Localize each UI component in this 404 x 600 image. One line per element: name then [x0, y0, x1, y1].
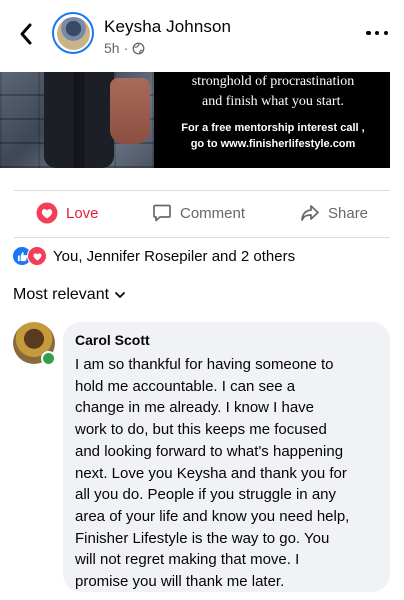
- share-icon: [301, 205, 319, 221]
- image-text-line: and finish what you start.: [202, 94, 344, 109]
- love-reaction-icon: [27, 246, 47, 266]
- online-status-indicator: [41, 351, 56, 366]
- person-figure: [44, 72, 114, 168]
- post-actions-bar: Love Comment Share: [0, 196, 404, 230]
- image-text-line: For a free mentorship interest call ,: [181, 122, 365, 134]
- image-caption-block: stronghold of procrastination and finish…: [160, 72, 386, 168]
- post-timestamp: 5h ·: [104, 40, 145, 56]
- heart-icon: [36, 202, 58, 224]
- love-label: Love: [66, 204, 99, 222]
- comment-bubble[interactable]: Carol Scott I am so thankful for having …: [63, 322, 390, 592]
- globe-icon: [132, 42, 145, 54]
- image-text-line: stronghold of procrastination: [191, 74, 355, 89]
- love-button[interactable]: Love: [36, 196, 99, 230]
- more-dot: [374, 30, 380, 36]
- author-avatar-image: [56, 16, 90, 50]
- comment-label: Comment: [180, 204, 246, 222]
- comment-button[interactable]: Comment: [152, 196, 245, 230]
- sort-label: Most relevant: [13, 286, 110, 303]
- comments-sort-dropdown[interactable]: Most relevant: [13, 286, 125, 304]
- divider: [14, 190, 390, 191]
- dot-separator: ·: [123, 40, 129, 56]
- divider: [14, 237, 390, 238]
- comment-icon: [153, 204, 171, 222]
- share-button[interactable]: Share: [300, 196, 368, 230]
- post-image[interactable]: stronghold of procrastination and finish…: [0, 72, 390, 168]
- chevron-left-icon: [20, 23, 32, 45]
- share-label: Share: [328, 204, 369, 222]
- handbag: [110, 78, 150, 144]
- chevron-down-icon: [115, 291, 125, 298]
- commenter-name[interactable]: Carol Scott: [75, 332, 378, 348]
- image-text-line: go to www.finisherlifestyle.com: [190, 138, 356, 150]
- back-button[interactable]: [14, 20, 38, 48]
- comment-text: I am so thankful for having someone to h…: [75, 356, 350, 591]
- author-name[interactable]: Keysha Johnson: [104, 17, 231, 37]
- post-time-text: 5h: [104, 40, 120, 56]
- more-options-button[interactable]: [366, 26, 388, 40]
- post-header: Keysha Johnson 5h ·: [0, 0, 404, 64]
- author-avatar[interactable]: [52, 12, 94, 54]
- more-dot: [366, 30, 371, 36]
- reactions-text: You, Jennifer Rosepiler and 2 others: [53, 247, 296, 265]
- reactions-summary[interactable]: You, Jennifer Rosepiler and 2 others: [12, 246, 295, 266]
- more-dot: [383, 30, 388, 36]
